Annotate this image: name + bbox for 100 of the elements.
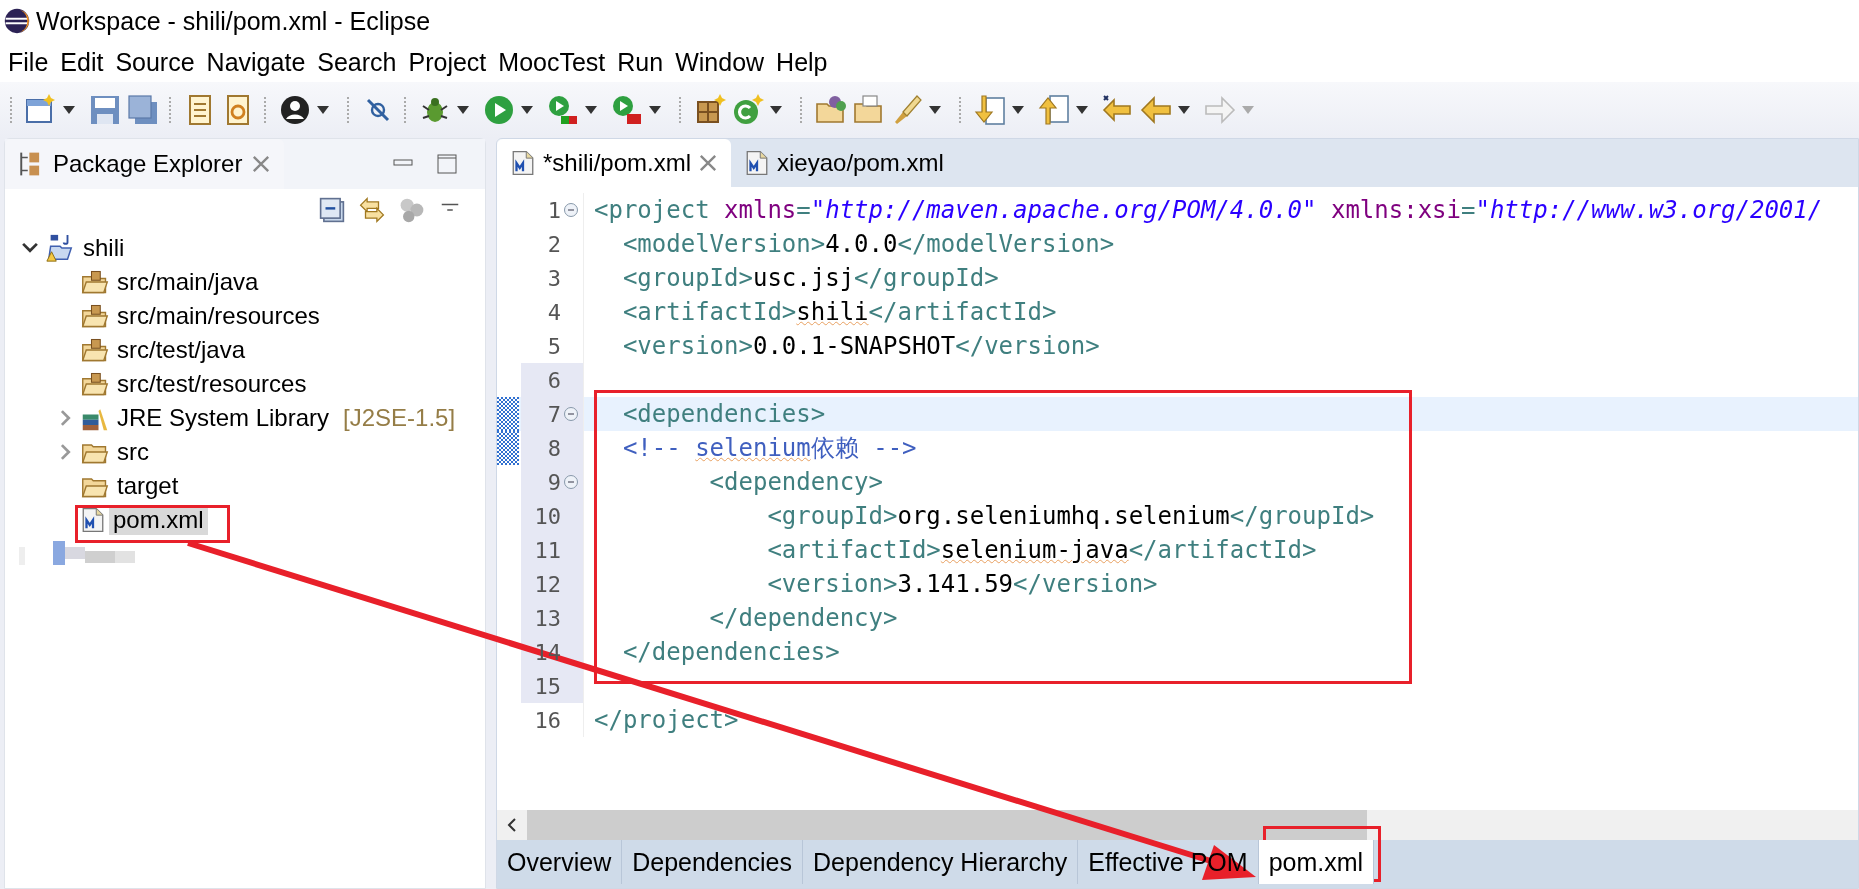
code-line: </dependencies> (583, 635, 840, 669)
menu-item[interactable]: Window (669, 47, 771, 77)
menu-item[interactable]: Navigate (200, 47, 312, 77)
editor-tab[interactable]: *shili/pom.xml (497, 139, 732, 187)
line-number: 8 (547, 435, 561, 461)
line-number: 12 (534, 571, 561, 597)
code-line: <dependency> (583, 465, 883, 499)
eclipse-logo-icon (4, 8, 30, 34)
menu-item[interactable]: Source (109, 47, 201, 77)
line-number: 15 (534, 673, 561, 699)
package-folder-icon (81, 302, 109, 330)
code-line: </dependency> (583, 601, 898, 635)
tree-item[interactable]: shili (79, 233, 129, 263)
close-icon[interactable] (252, 155, 271, 173)
maven-file-icon (745, 150, 770, 176)
menu-item[interactable]: Run (611, 47, 670, 77)
link-editor-icon[interactable] (359, 197, 385, 223)
menu-item[interactable]: Project (402, 47, 493, 77)
dropdown-caret-icon[interactable] (521, 106, 533, 114)
line-number: 9 (547, 469, 561, 495)
package-folder-icon (81, 336, 109, 364)
save-all-icon[interactable] (127, 94, 159, 126)
code-line: <!-- selenium依赖 --> (583, 431, 917, 465)
line-number: 16 (534, 707, 561, 733)
code-line: <modelVersion>4.0.0</modelVersion> (583, 227, 1115, 261)
dropdown-caret-icon[interactable] (929, 106, 941, 114)
line-number: 7 (547, 401, 561, 427)
new-package-icon[interactable] (694, 94, 726, 126)
save-icon[interactable] (89, 94, 121, 126)
new-window-icon[interactable] (25, 94, 57, 126)
dropdown-caret-icon[interactable] (1076, 106, 1088, 114)
fold-toggle-icon[interactable] (563, 202, 579, 218)
play-icon[interactable] (483, 94, 515, 126)
tree-item[interactable]: JRE System Library (113, 403, 334, 433)
dropdown-caret-icon[interactable] (317, 106, 329, 114)
dropdown-caret-icon[interactable] (1178, 106, 1190, 114)
filter-icon[interactable] (399, 197, 425, 223)
tree-item[interactable]: src/test/resources (113, 369, 311, 399)
project-folder-icon (45, 233, 75, 263)
tree-item[interactable]: src/test/java (113, 335, 250, 365)
menu-item[interactable]: File (2, 47, 55, 77)
editor-page-tab[interactable]: Overview (497, 840, 623, 884)
back-arrow-icon[interactable] (1140, 94, 1172, 126)
tree-item[interactable]: src/main/resources (113, 301, 324, 331)
line-number: 10 (534, 503, 561, 529)
minimize-icon[interactable] (393, 159, 413, 169)
maven-file-icon (81, 507, 105, 533)
code-line: <version>0.0.1-SNAPSHOT</version> (583, 329, 1100, 363)
run-coverage-icon[interactable] (547, 94, 579, 126)
view-tab-label: Package Explorer (53, 150, 243, 178)
code-line: </project> (583, 703, 739, 737)
line-number: 2 (547, 231, 561, 257)
code-line: <groupId>usc.jsj</groupId> (583, 261, 999, 295)
dropdown-caret-icon[interactable] (1012, 106, 1024, 114)
line-number: 13 (534, 605, 561, 631)
line-number: 1 (547, 197, 561, 223)
scrollbar-thumb[interactable] (527, 810, 1367, 840)
editor-page-tab[interactable]: Dependencies (622, 840, 804, 884)
package-folder-icon (81, 370, 109, 398)
maven-file-icon (511, 150, 535, 176)
next-annotation-icon[interactable] (974, 94, 1006, 126)
dropdown-caret-icon[interactable] (63, 106, 75, 114)
editor-page-tab[interactable]: Dependency Hierarchy (803, 840, 1079, 884)
code-line: <version>3.141.59</version> (583, 567, 1158, 601)
tree-item[interactable]: src (113, 437, 153, 467)
editor-tab[interactable]: xieyao/pom.xml (731, 139, 958, 187)
menu-item[interactable]: Edit (54, 47, 110, 77)
chevron-left-icon (506, 818, 518, 832)
package-folder-icon (81, 268, 109, 296)
tree-item[interactable]: src/main/java (113, 267, 263, 297)
dropdown-caret-icon[interactable] (585, 106, 597, 114)
fold-toggle-icon[interactable] (563, 406, 579, 422)
code-line: <artifactId>selenium-java</artifactId> (583, 533, 1317, 567)
user-icon[interactable] (279, 94, 311, 126)
code-line: <groupId>org.seleniumhq.selenium</groupId> (583, 499, 1375, 533)
line-number: 3 (547, 265, 561, 291)
dropdown-caret-icon[interactable] (770, 106, 782, 114)
collapse-all-icon[interactable] (319, 197, 345, 223)
menu-item[interactable]: Help (770, 47, 834, 77)
code-line: <artifactId>shili</artifactId> (583, 295, 1057, 329)
open-folder-icon[interactable] (853, 94, 885, 126)
dropdown-caret-icon[interactable] (457, 106, 469, 114)
run-tool-icon[interactable] (611, 94, 643, 126)
menu-item[interactable]: MoocTest (492, 47, 612, 77)
editor-page-tab[interactable]: pom.xml (1258, 840, 1375, 884)
line-number: 14 (534, 639, 561, 665)
tree-item-decoration: [J2SE-1.5] (343, 404, 456, 432)
new-class-icon[interactable] (732, 94, 764, 126)
line-number: 6 (547, 367, 561, 393)
tree-item[interactable]: target (113, 471, 183, 501)
line-number: 11 (534, 537, 561, 563)
window-title: Workspace - shili/pom.xml - Eclipse (36, 6, 431, 36)
menu-item[interactable]: Search (311, 47, 403, 77)
dropdown-caret-icon[interactable] (649, 106, 661, 114)
code-line: <dependencies> (583, 397, 826, 431)
open-type-icon[interactable] (815, 94, 847, 126)
close-icon[interactable] (699, 154, 718, 172)
maximize-icon[interactable] (437, 154, 457, 174)
previous-annotation-icon[interactable] (1038, 94, 1070, 126)
fold-toggle-icon[interactable] (563, 474, 579, 490)
